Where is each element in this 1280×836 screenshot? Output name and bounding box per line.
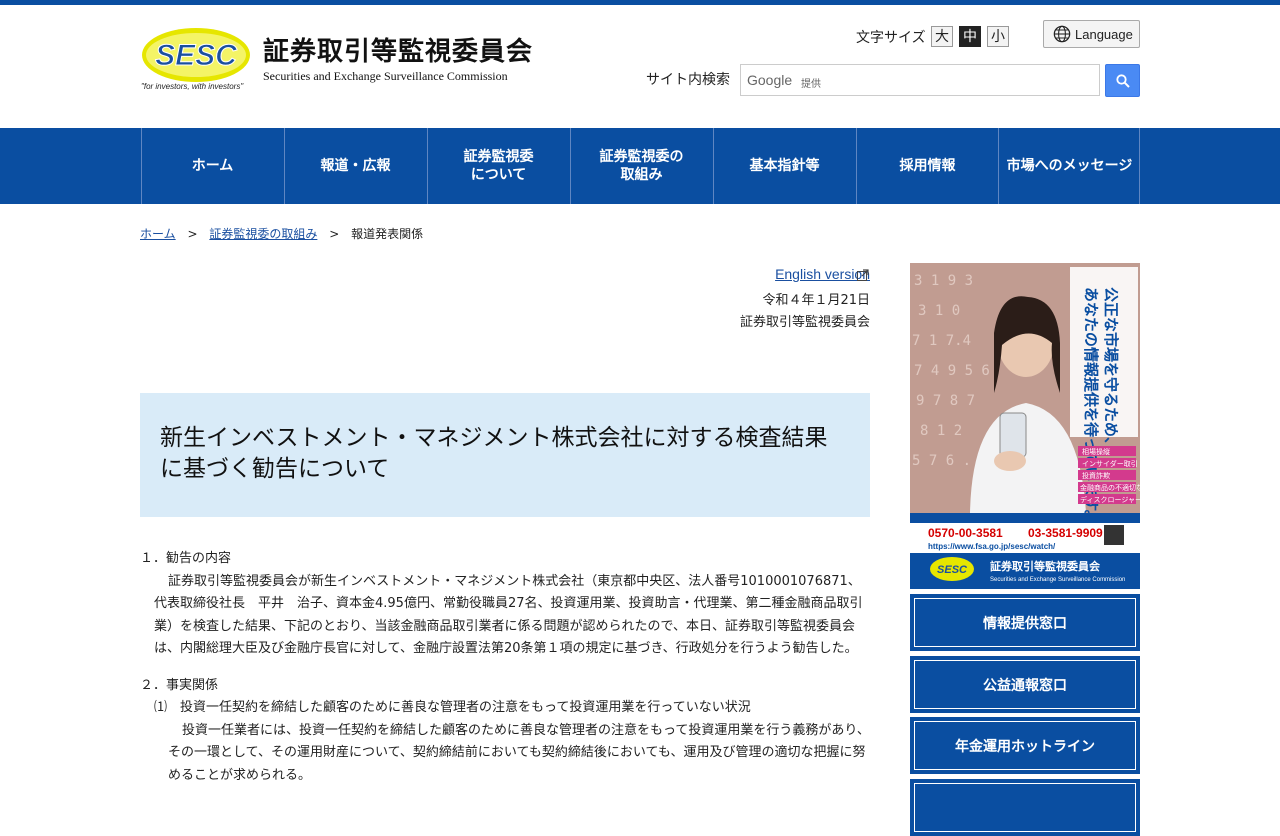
font-size-medium-button[interactable]: 中 <box>959 26 981 47</box>
ad-slogan-line1: 公正な市場を守るため、 <box>1102 287 1120 452</box>
svg-text:7 4 9 5 6: 7 4 9 5 6 <box>914 363 990 379</box>
whistleblowing-label: 公益通報窓口 <box>914 660 1136 709</box>
nav-divider <box>1139 128 1140 204</box>
article-body: １．勧告の内容 証券取引等監視委員会が新生インベストメント・マネジメント株式会社… <box>140 548 870 787</box>
svg-text:5 7 6 .: 5 7 6 . <box>912 453 971 469</box>
ad-phone2: 03-3581-9909 <box>1028 526 1103 540</box>
ad-phone1: 0570-00-3581 <box>928 526 1003 540</box>
ad-tag: 金融商品の不適切な勧誘 <box>1080 483 1140 492</box>
item-heading: ⑴ 投資一任契約を締結した顧客のために善良な管理者の注意をもって投資運用業を行っ… <box>154 700 751 715</box>
svg-text:3 1 9 3: 3 1 9 3 <box>914 273 973 289</box>
org-name-jp[interactable]: 証券取引等監視委員会 <box>263 31 533 68</box>
nav-item-home[interactable]: ホーム <box>141 128 283 204</box>
search-button[interactable] <box>1105 64 1140 97</box>
svg-text:3 1 0: 3 1 0 <box>918 303 960 319</box>
section-heading: １．勧告の内容 <box>140 551 232 566</box>
nav-item-recruit[interactable]: 採用情報 <box>856 128 998 204</box>
logo-tagline: "for investors, with investors" <box>141 82 244 91</box>
ad-url: https://www.fsa.go.jp/sesc/watch/ <box>928 542 1056 551</box>
pension-hotline-button[interactable]: 年金運用ホットライン <box>910 717 1140 774</box>
language-label: Language <box>1075 27 1133 42</box>
whistleblower-banner[interactable]: 3 1 9 3 3 1 0 7 1 7.4 7 4 9 5 6 9 7 8 7 8 1… <box>910 263 1140 589</box>
ad-tag: 投資詐欺 <box>1082 471 1110 480</box>
logo-text: SESC <box>155 39 238 72</box>
english-version-link[interactable]: English version <box>775 266 870 282</box>
font-size-label: 文字サイズ <box>856 30 926 46</box>
search-input[interactable]: Google 提供 <box>740 64 1100 96</box>
external-link-icon <box>857 269 869 281</box>
ad-logo-text: SESC <box>937 564 968 576</box>
section-heading: ２．事実関係 <box>140 677 219 693</box>
whistleblowing-button[interactable]: 公益通報窓口 <box>910 656 1140 713</box>
sesc-logo[interactable]: SESC <box>141 27 251 83</box>
google-brand: Google <box>747 72 793 88</box>
ad-tag: インサイダー取引 <box>1082 459 1138 468</box>
ad-tag: 相場操縦 <box>1082 447 1110 456</box>
site-header: SESC "for investors, with investors" 証券取… <box>0 5 1280 128</box>
nav-item-message[interactable]: 市場へのメッセージ <box>998 128 1140 204</box>
nav-item-about[interactable]: 証券監視委 について <box>427 128 569 204</box>
breadcrumb-section-link[interactable]: 証券監視委の取組み <box>209 227 317 241</box>
language-button[interactable]: Language <box>1043 20 1140 48</box>
page-title: 新生インベストメント・マネジメント株式会社に対する検査結果に基づく勧告について <box>160 425 828 482</box>
nav-item-press[interactable]: 報道・広報 <box>284 128 426 204</box>
ad-org-jp: 証券取引等監視委員会 <box>990 559 1101 573</box>
svg-text:7 1 7.4: 7 1 7.4 <box>912 333 971 349</box>
svg-text:8 1 2: 8 1 2 <box>920 423 962 439</box>
globe-icon <box>1053 25 1071 43</box>
nav-item-activities[interactable]: 証券監視委の 取組み <box>570 128 712 204</box>
item-paragraph: 投資一任業者には、投資一任契約を締結した顧客のために善良な管理者の注意をもって投… <box>168 722 870 783</box>
breadcrumb: ホーム > 証券監視委の取組み > 報道発表関係 <box>140 225 423 242</box>
google-provided-label: 提供 <box>801 79 821 90</box>
section-paragraph: 証券取引等監視委員会が新生インベストメント・マネジメント株式会社（東京都中央区、… <box>154 573 863 657</box>
breadcrumb-separator: > <box>187 227 198 241</box>
main-nav: ホーム 報道・広報 証券監視委 について 証券監視委の 取組み 基本指針等 採用… <box>0 128 1280 204</box>
org-name-en: Securities and Exchange Surveillance Com… <box>263 69 508 83</box>
article-title-box: 新生インベストメント・マネジメント株式会社に対する検査結果に基づく勧告について <box>140 393 870 517</box>
info-provision-label: 情報提供窓口 <box>914 598 1136 647</box>
release-issuer: 証券取引等監視委員会 <box>739 315 870 330</box>
breadcrumb-home-link[interactable]: ホーム <box>140 227 176 241</box>
breadcrumb-current: 報道発表関係 <box>351 227 424 241</box>
svg-text:9 7 8 7: 9 7 8 7 <box>916 393 975 409</box>
sidebar-button-partial[interactable] <box>910 779 1140 836</box>
ad-tag: ディスクロージャー違反 <box>1080 495 1140 504</box>
breadcrumb-separator: > <box>329 227 340 241</box>
release-date: 令和４年１月21日 <box>762 293 870 308</box>
search-label: サイト内検索 <box>646 72 730 88</box>
ad-org-en: Securities and Exchange Surveillance Com… <box>990 577 1125 583</box>
info-provision-button[interactable]: 情報提供窓口 <box>910 594 1140 651</box>
nav-item-policy[interactable]: 基本指針等 <box>713 128 855 204</box>
font-size-small-button[interactable]: 小 <box>987 26 1009 47</box>
pension-hotline-label: 年金運用ホットライン <box>914 721 1136 770</box>
search-icon <box>1116 74 1130 88</box>
font-size-large-button[interactable]: 大 <box>931 26 953 47</box>
